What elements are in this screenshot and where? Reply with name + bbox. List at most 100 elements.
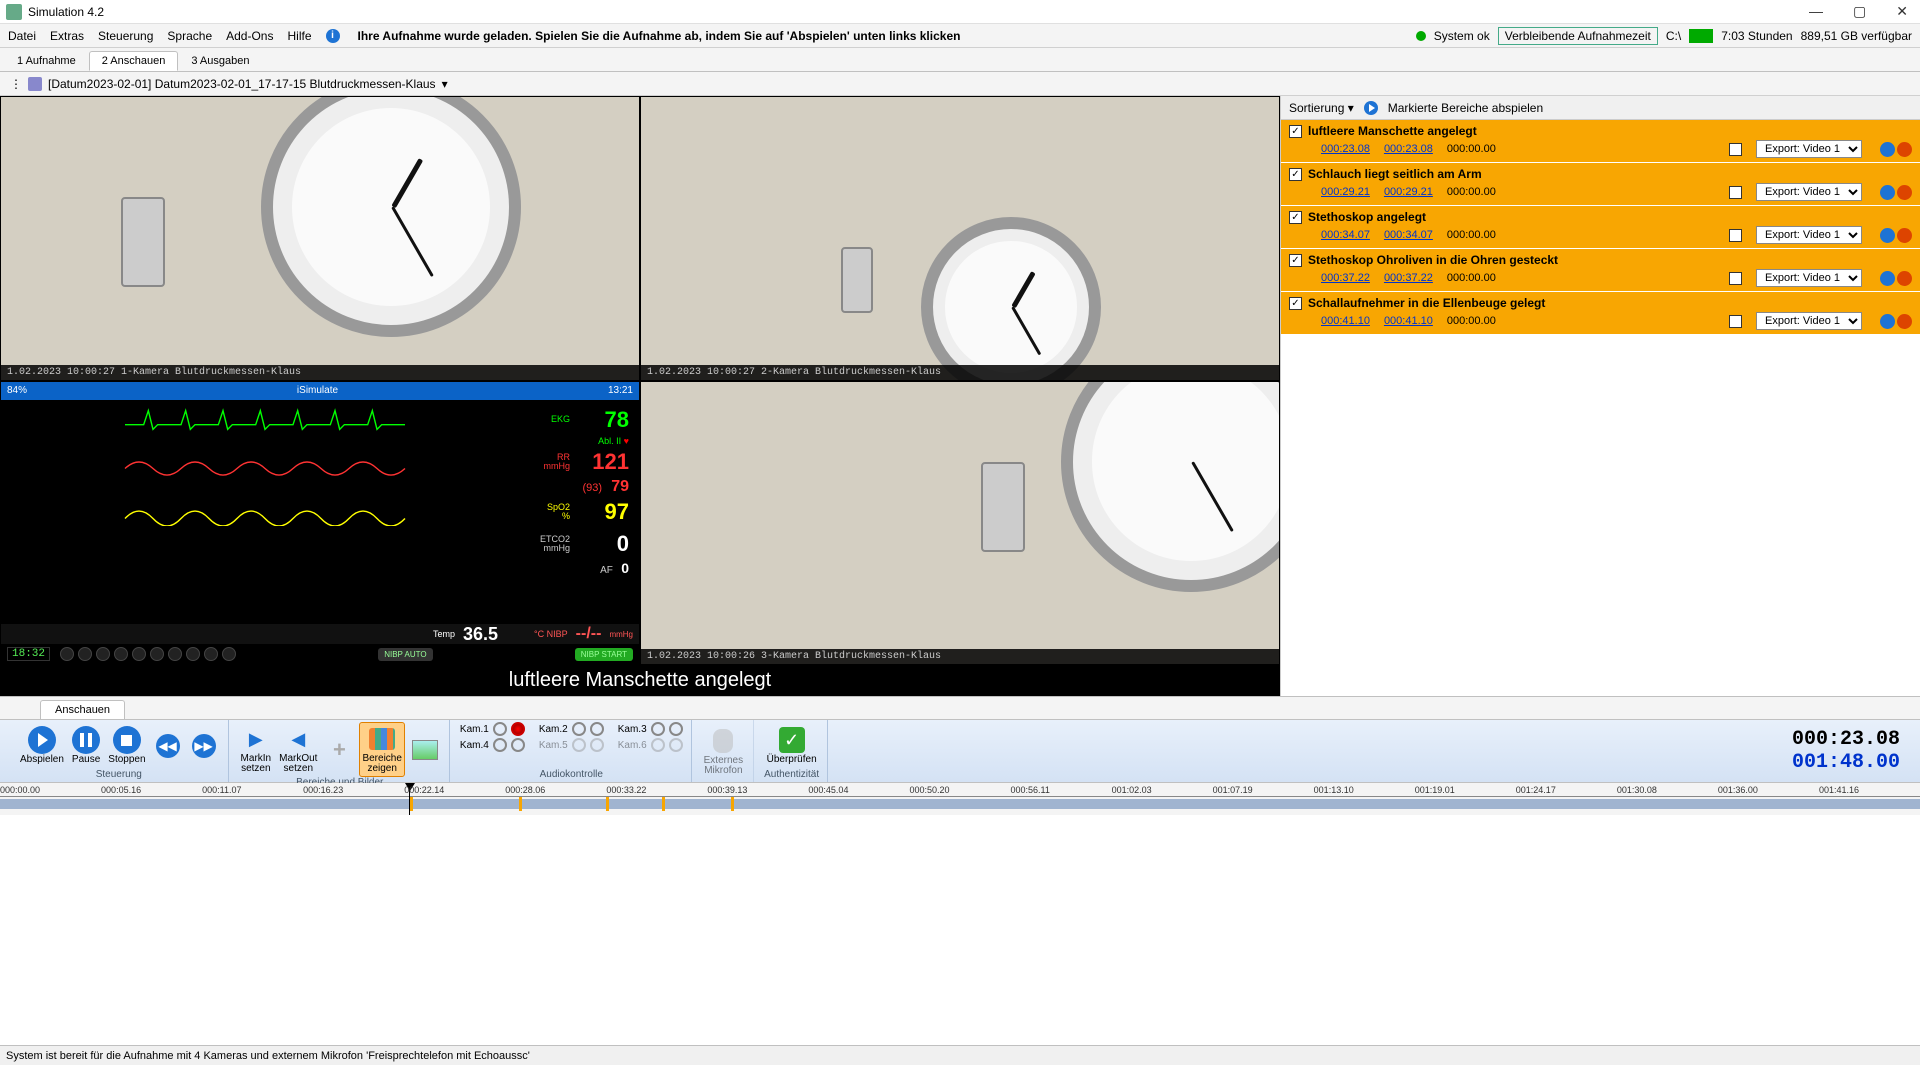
marker-item[interactable]: ✓ Schallaufnehmer in die Ellenbeuge gele…	[1281, 292, 1920, 335]
monitor-btn[interactable]	[186, 647, 200, 661]
marker-play-icon[interactable]	[1880, 185, 1895, 200]
marker-export-checkbox[interactable]	[1729, 186, 1742, 199]
marker-delete-icon[interactable]	[1897, 142, 1912, 157]
sort-dropdown[interactable]: Sortierung ▾	[1289, 101, 1354, 115]
marker-end-time[interactable]: 000:41.10	[1384, 315, 1433, 327]
monitor-btn[interactable]	[60, 647, 74, 661]
play-marked-icon[interactable]	[1364, 101, 1378, 115]
video-panel-1[interactable]: 1.02.2023 10:00:27 1-Kamera Blutdruckmes…	[0, 96, 640, 381]
bottom-tab-anschauen[interactable]: Anschauen	[40, 700, 125, 719]
marker-end-time[interactable]: 000:37.22	[1384, 272, 1433, 284]
menu-datei[interactable]: Datei	[8, 29, 36, 43]
ext-mic-button[interactable]: Externes Mikrofon	[702, 725, 745, 778]
menu-extras[interactable]: Extras	[50, 29, 84, 43]
marker-export-checkbox[interactable]	[1729, 315, 1742, 328]
marker-start-time[interactable]: 000:41.10	[1321, 315, 1370, 327]
marker-export-select[interactable]: Export: Video 1	[1756, 269, 1862, 287]
marker-checkbox[interactable]: ✓	[1289, 211, 1302, 224]
menu-steuerung[interactable]: Steuerung	[98, 29, 153, 43]
pause-button[interactable]: Pause	[70, 724, 102, 767]
marker-delete-icon[interactable]	[1897, 271, 1912, 286]
marker-delete-icon[interactable]	[1897, 185, 1912, 200]
marker-export-select[interactable]: Export: Video 1	[1756, 226, 1862, 244]
nibp-auto-button[interactable]: NIBP AUTO	[378, 648, 432, 661]
marker-export-checkbox[interactable]	[1729, 272, 1742, 285]
marker-start-time[interactable]: 000:29.21	[1321, 186, 1370, 198]
marker-delete-icon[interactable]	[1897, 314, 1912, 329]
seek-back-button[interactable]: ◀◀	[152, 730, 184, 762]
monitor-btn[interactable]	[96, 647, 110, 661]
timeline-marker[interactable]	[731, 797, 734, 811]
video-panel-4[interactable]: 1.02.2023 10:00:26 3-Kamera Blutdruckmes…	[640, 381, 1280, 666]
tab-anschauen[interactable]: 2 Anschauen	[89, 51, 179, 71]
monitor-btn[interactable]	[114, 647, 128, 661]
areas-button[interactable]: Bereiche zeigen	[359, 722, 404, 777]
marker-export-checkbox[interactable]	[1729, 143, 1742, 156]
marker-play-icon[interactable]	[1880, 142, 1895, 157]
marker-checkbox[interactable]: ✓	[1289, 254, 1302, 267]
monitor-btn[interactable]	[204, 647, 218, 661]
monitor-btn[interactable]	[132, 647, 146, 661]
cam6-toggle[interactable]: Kam.6	[618, 738, 683, 752]
timeline-tick: 000:00.00	[0, 785, 40, 795]
monitor-btn[interactable]	[168, 647, 182, 661]
marker-play-icon[interactable]	[1880, 314, 1895, 329]
marker-item[interactable]: ✓ Stethoskop angelegt 000:34.07 000:34.0…	[1281, 206, 1920, 249]
marker-play-icon[interactable]	[1880, 271, 1895, 286]
marker-checkbox[interactable]: ✓	[1289, 125, 1302, 138]
menu-hilfe[interactable]: Hilfe	[287, 29, 311, 43]
monitor-btn[interactable]	[222, 647, 236, 661]
marker-export-select[interactable]: Export: Video 1	[1756, 183, 1862, 201]
marker-export-select[interactable]: Export: Video 1	[1756, 140, 1862, 158]
video-panel-2[interactable]: 1.02.2023 10:00:27 2-Kamera Blutdruckmes…	[640, 96, 1280, 381]
video-panel-3-monitor[interactable]: 84% iSimulate 13:21 EKG 78 Abl. II ♥ RRm…	[0, 381, 640, 666]
marker-item[interactable]: ✓ Schlauch liegt seitlich am Arm 000:29.…	[1281, 163, 1920, 206]
cam3-toggle[interactable]: Kam.3	[618, 722, 683, 736]
monitor-btn[interactable]	[150, 647, 164, 661]
marker-end-time[interactable]: 000:29.21	[1384, 186, 1433, 198]
nibp-start-button[interactable]: NIBP START	[575, 648, 633, 661]
marker-item[interactable]: ✓ Stethoskop Ohroliven in die Ohren gest…	[1281, 249, 1920, 292]
marker-start-time[interactable]: 000:23.08	[1321, 143, 1370, 155]
seek-fwd-button[interactable]: ▶▶	[188, 730, 220, 762]
window-maximize[interactable]: ▢	[1847, 3, 1872, 20]
marker-checkbox[interactable]: ✓	[1289, 297, 1302, 310]
add-button[interactable]: +	[323, 734, 355, 766]
timeline[interactable]: 000:00.00000:05.16000:11.07000:16.23000:…	[0, 783, 1920, 815]
marker-start-time[interactable]: 000:34.07	[1321, 229, 1370, 241]
marker-item[interactable]: ✓ luftleere Manschette angelegt 000:23.0…	[1281, 120, 1920, 163]
monitor-btn[interactable]	[78, 647, 92, 661]
menu-addons[interactable]: Add-Ons	[226, 29, 273, 43]
menu-sprache[interactable]: Sprache	[167, 29, 212, 43]
markin-button[interactable]: ▶MarkIn setzen	[239, 723, 274, 776]
timeline-marker[interactable]	[410, 797, 413, 811]
window-minimize[interactable]: —	[1803, 3, 1829, 20]
tab-ausgaben[interactable]: 3 Ausgaben	[178, 51, 262, 71]
play-button[interactable]: Abspielen	[18, 724, 66, 767]
timeline-marker[interactable]	[662, 797, 665, 811]
play-marked-label[interactable]: Markierte Bereiche abspielen	[1388, 101, 1543, 115]
tab-aufnahme[interactable]: 1 Aufnahme	[4, 51, 89, 71]
marker-checkbox[interactable]: ✓	[1289, 168, 1302, 181]
marker-start-time[interactable]: 000:37.22	[1321, 272, 1370, 284]
marker-delete-icon[interactable]	[1897, 228, 1912, 243]
marker-export-select[interactable]: Export: Video 1	[1756, 312, 1862, 330]
breadcrumb-dropdown-icon[interactable]: ▾	[442, 77, 448, 91]
verify-button[interactable]: ✓Überprüfen	[765, 724, 819, 767]
cam2-toggle[interactable]: Kam.2	[539, 722, 604, 736]
marker-end-time[interactable]: 000:23.08	[1384, 143, 1433, 155]
cam1-toggle[interactable]: Kam.1	[460, 722, 525, 736]
cam5-toggle[interactable]: Kam.5	[539, 738, 604, 752]
marker-end-time[interactable]: 000:34.07	[1384, 229, 1433, 241]
picture-button[interactable]	[409, 734, 441, 766]
markout-button[interactable]: ◀MarkOut setzen	[277, 723, 319, 776]
time-display: 000:23.08 001:48.00	[1792, 728, 1910, 774]
breadcrumb-text[interactable]: [Datum2023-02-01] Datum2023-02-01_17-17-…	[48, 77, 436, 91]
cam4-toggle[interactable]: Kam.4	[460, 738, 525, 752]
marker-export-checkbox[interactable]	[1729, 229, 1742, 242]
window-close[interactable]: ✕	[1890, 3, 1914, 20]
timeline-marker[interactable]	[606, 797, 609, 811]
stop-button[interactable]: Stoppen	[106, 724, 147, 767]
timeline-marker[interactable]	[519, 797, 522, 811]
marker-play-icon[interactable]	[1880, 228, 1895, 243]
